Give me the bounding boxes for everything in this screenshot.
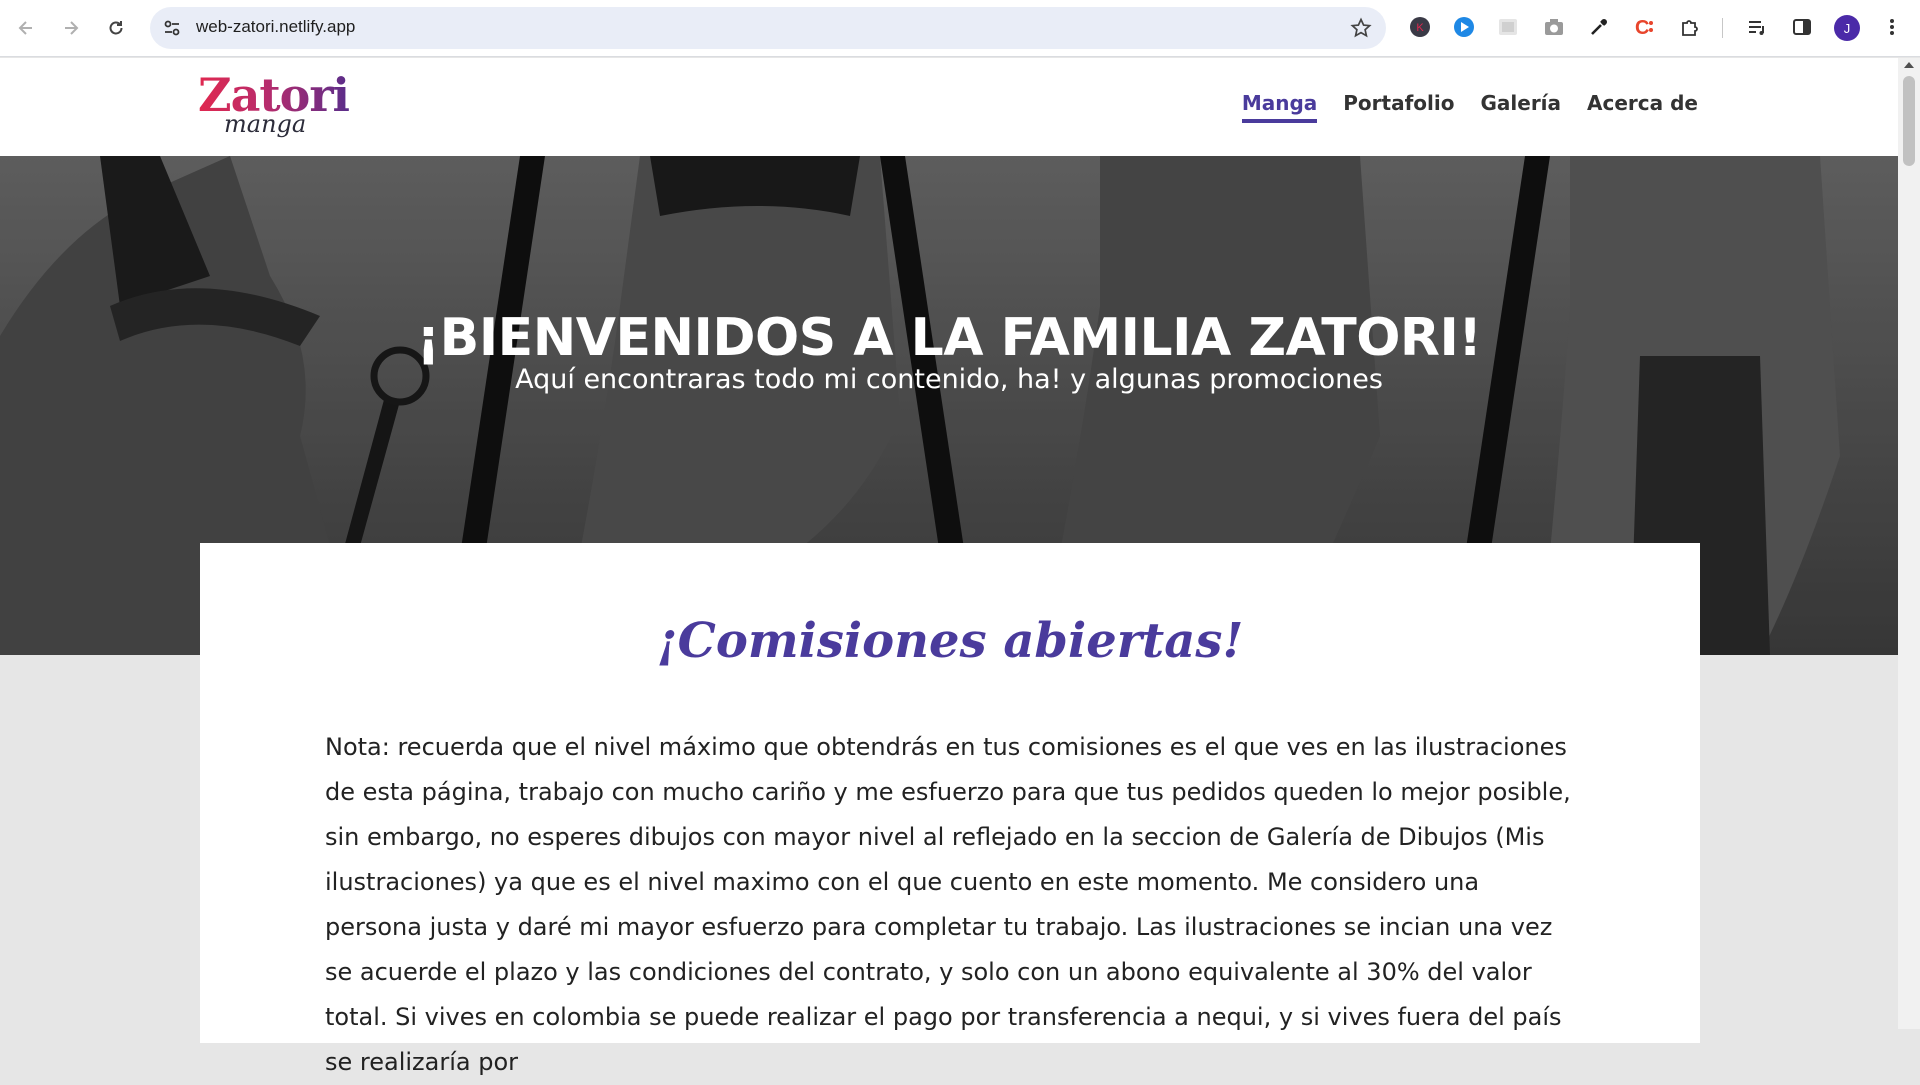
- reload-icon[interactable]: [100, 12, 132, 44]
- logo-subtitle: manga: [224, 110, 307, 138]
- hero-subtitle: Aquí encontraras todo mi contenido, ha! …: [515, 364, 1383, 395]
- side-panel-icon[interactable]: [1790, 15, 1814, 39]
- camera-icon[interactable]: [1542, 15, 1566, 39]
- nav-link-galeria[interactable]: Galería: [1480, 91, 1561, 123]
- extension-c-icon[interactable]: C: [1632, 15, 1656, 39]
- nav-link-portafolio[interactable]: Portafolio: [1343, 91, 1454, 123]
- svg-text:C: C: [1635, 17, 1649, 38]
- main-nav: Manga Portafolio Galería Acerca de: [1241, 91, 1698, 123]
- back-icon[interactable]: [10, 12, 42, 44]
- svg-text:K: K: [1416, 22, 1424, 34]
- menu-dots-icon[interactable]: [1880, 15, 1904, 39]
- media-queue-icon[interactable]: [1745, 15, 1769, 39]
- extension-play-icon[interactable]: [1452, 15, 1476, 39]
- extension-image-icon[interactable]: [1496, 15, 1520, 39]
- bookmark-star-icon[interactable]: [1350, 17, 1372, 39]
- site-header: Zatori manga Manga Portafolio Galería Ac…: [0, 58, 1898, 156]
- eyedropper-icon[interactable]: [1587, 15, 1611, 39]
- extensions-puzzle-icon[interactable]: [1678, 15, 1702, 39]
- site-info-icon[interactable]: [162, 18, 182, 38]
- scroll-up-arrow-icon[interactable]: [1904, 62, 1914, 68]
- forward-icon[interactable]: [55, 12, 87, 44]
- commission-note: Nota: recuerda que el nivel máximo que o…: [325, 733, 1571, 1076]
- profile-avatar[interactable]: J: [1834, 15, 1860, 41]
- url-text[interactable]: web-zatori.netlify.app: [196, 17, 355, 37]
- section-heading: ¡Comisiones abiertas!: [656, 613, 1244, 669]
- hero-title: ¡BIENVENIDOS A LA FAMILIA ZATORI!: [416, 308, 1482, 368]
- scrollbar-thumb[interactable]: [1903, 76, 1915, 166]
- address-bar[interactable]: web-zatori.netlify.app: [150, 7, 1386, 49]
- browser-toolbar: web-zatori.netlify.app K C J: [0, 0, 1920, 57]
- page-scrollbar[interactable]: [1898, 58, 1920, 1029]
- toolbar-divider: [1722, 18, 1723, 38]
- site-logo[interactable]: Zatori manga: [198, 72, 350, 144]
- nav-link-manga[interactable]: Manga: [1241, 91, 1318, 123]
- extension-k-icon[interactable]: K: [1408, 15, 1432, 39]
- nav-link-acerca-de[interactable]: Acerca de: [1587, 91, 1698, 123]
- content-card: ¡Comisiones abiertas! Nota: recuerda que…: [200, 543, 1700, 1076]
